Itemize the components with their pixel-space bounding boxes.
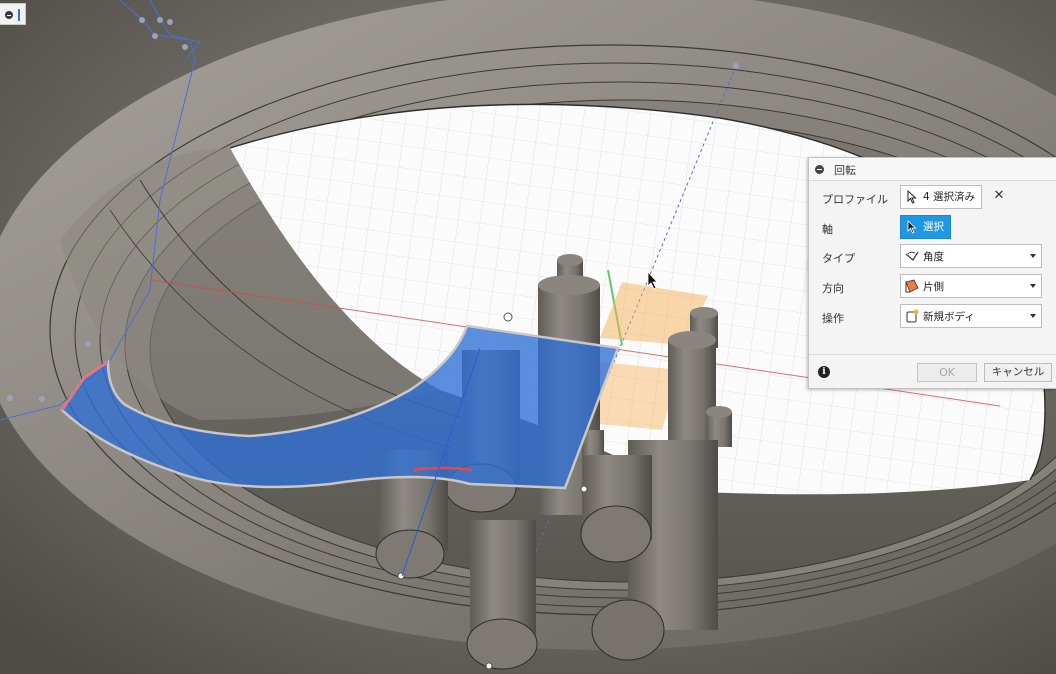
profile-select-button[interactable]: 4 選択済み xyxy=(900,185,983,209)
dialog-header: 回転 xyxy=(809,158,1056,181)
dialog-footer: i OK キャンセル xyxy=(809,354,1056,390)
operation-row: 操作 新規ボディ xyxy=(809,304,1056,330)
profile-value: 4 選択済み xyxy=(923,191,976,203)
collapse-icon xyxy=(5,11,13,19)
info-icon[interactable]: i xyxy=(818,366,830,378)
direction-dropdown[interactable]: 片側 xyxy=(900,274,1042,298)
chevron-down-icon xyxy=(1030,284,1036,288)
dialog-title: 回転 xyxy=(834,164,856,177)
operation-dropdown[interactable]: 新規ボディ xyxy=(900,304,1042,328)
browser-collapse-toggle[interactable] xyxy=(0,3,26,25)
type-dropdown[interactable]: 角度 xyxy=(900,244,1042,268)
profile-label: プロファイル xyxy=(822,193,888,206)
direction-label: 方向 xyxy=(822,282,844,295)
type-label: タイプ xyxy=(822,252,855,265)
angle-icon xyxy=(905,251,919,261)
type-row: タイプ 角度 xyxy=(809,244,1056,270)
operation-label: 操作 xyxy=(822,312,844,325)
axis-select-button[interactable]: 選択 xyxy=(900,215,951,239)
direction-value: 片側 xyxy=(923,281,944,293)
ok-button[interactable]: OK xyxy=(917,363,977,382)
direction-row: 方向 片側 xyxy=(809,274,1056,300)
one-side-icon xyxy=(905,279,919,293)
axis-value: 選択 xyxy=(923,221,944,233)
cursor-arrow-icon xyxy=(907,220,917,234)
cursor-arrow-icon xyxy=(907,190,917,204)
type-value: 角度 xyxy=(923,251,944,263)
revolve-dialog: 回転 プロファイル 4 選択済み ✕ 軸 選択 タイプ 角度 方向 片側 操作 … xyxy=(808,157,1056,389)
clear-selection-icon[interactable]: ✕ xyxy=(992,189,1006,203)
panel-edge-marker xyxy=(18,9,20,21)
operation-value: 新規ボディ xyxy=(923,311,975,323)
chevron-down-icon xyxy=(1030,254,1036,258)
new-body-icon xyxy=(906,309,919,323)
profile-row: プロファイル 4 選択済み ✕ xyxy=(809,185,1056,211)
axis-label: 軸 xyxy=(822,223,833,236)
cancel-button[interactable]: キャンセル xyxy=(984,363,1052,382)
axis-row: 軸 選択 xyxy=(809,215,1056,241)
collapse-icon[interactable] xyxy=(815,165,824,174)
chevron-down-icon xyxy=(1030,314,1036,318)
